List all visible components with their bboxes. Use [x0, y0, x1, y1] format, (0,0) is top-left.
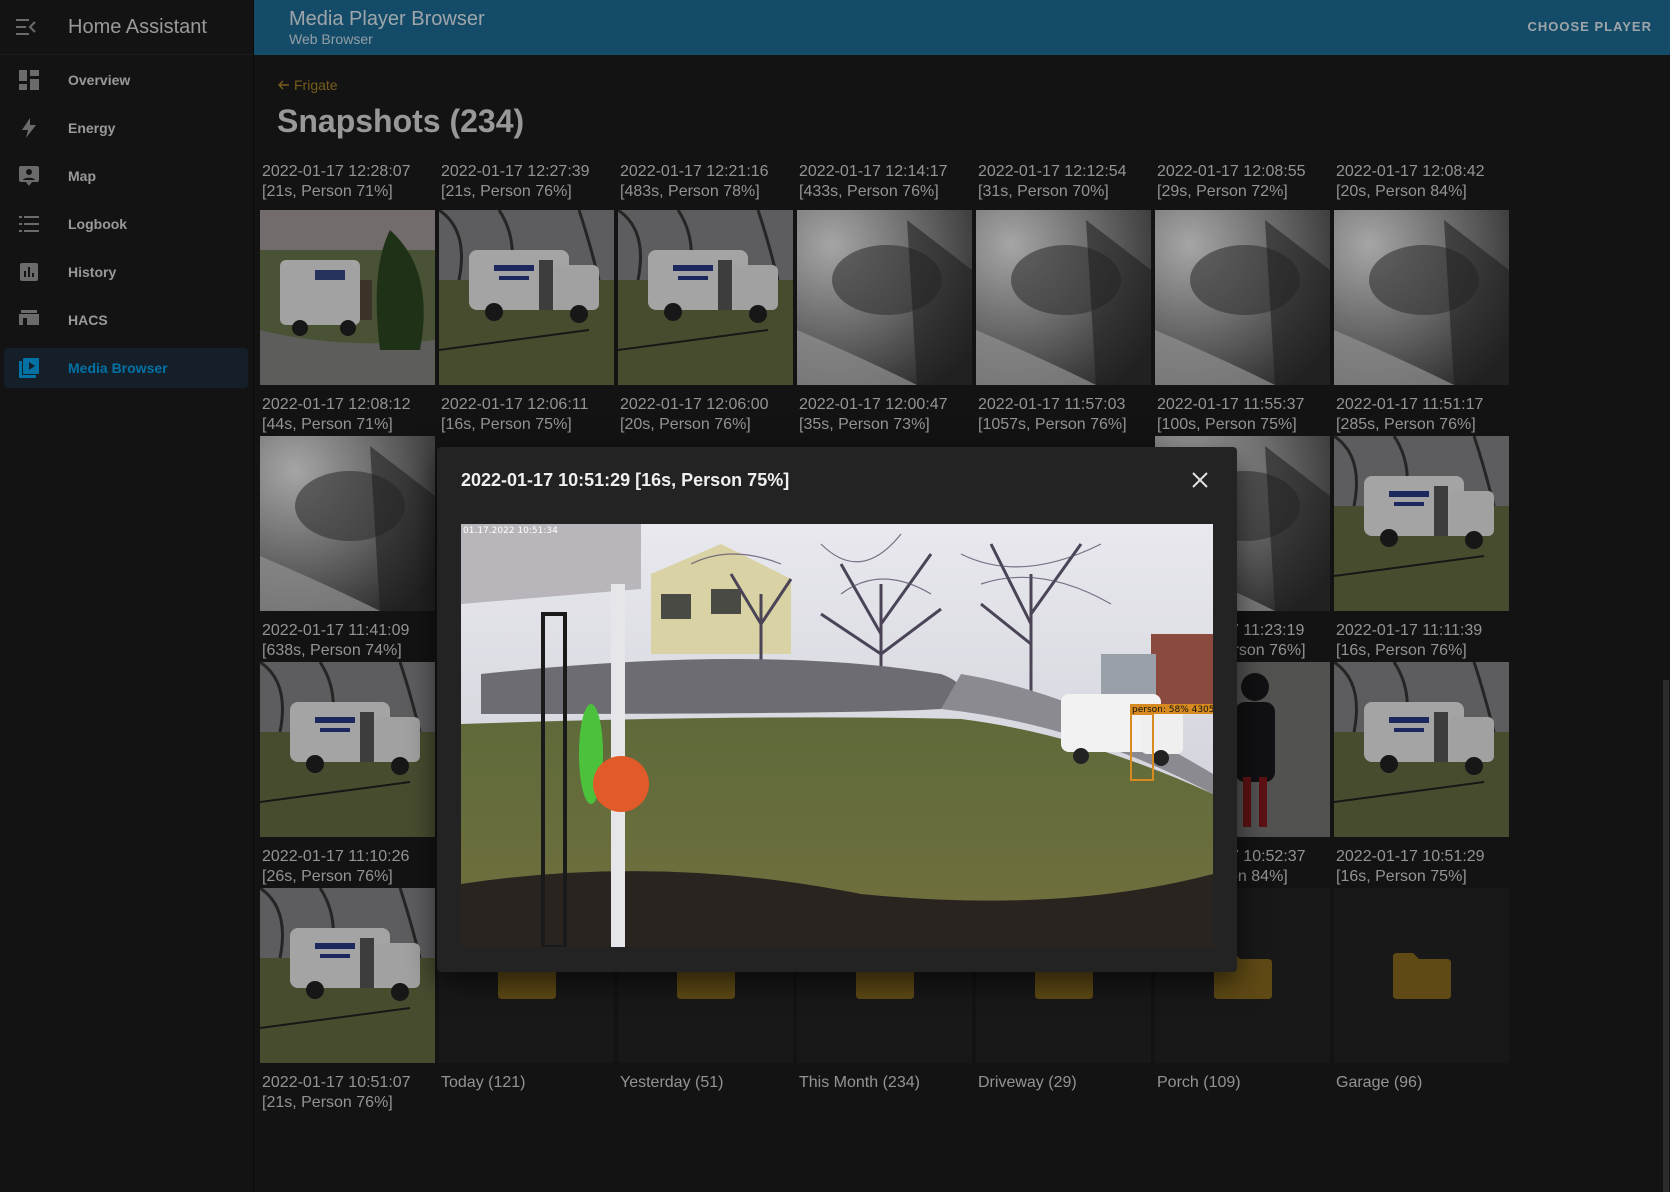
detection-label: person: 58% 4305: [1132, 705, 1213, 715]
media-preview-dialog: 2022-01-17 10:51:29 [16s, Person 75%] pe…: [437, 447, 1237, 972]
close-icon[interactable]: [1187, 467, 1213, 493]
snapshot-image: person: 58% 4305 01.17.2022 10:51:34: [461, 524, 1213, 947]
camera-timestamp: 01.17.2022 10:51:34: [463, 526, 558, 536]
dialog-title: 2022-01-17 10:51:29 [16s, Person 75%]: [461, 470, 790, 490]
